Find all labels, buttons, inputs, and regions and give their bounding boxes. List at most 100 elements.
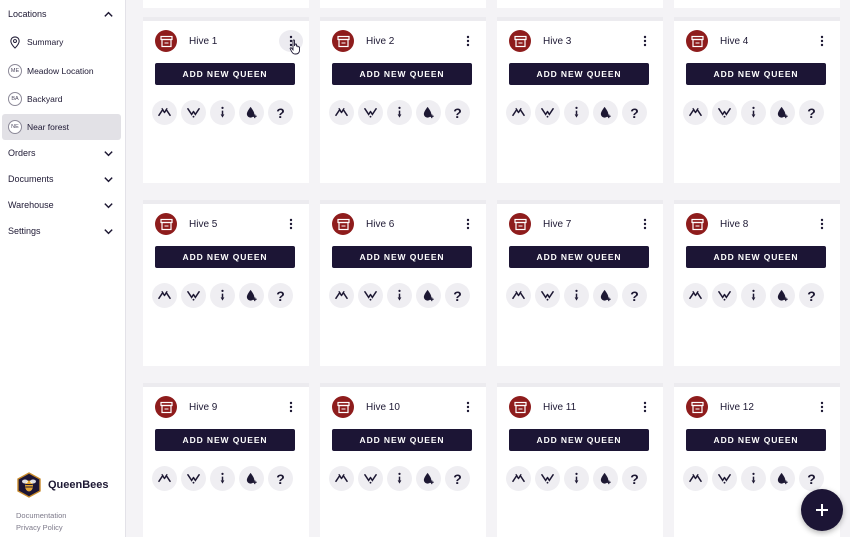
merge-button[interactable] [152,100,177,125]
merge-button[interactable] [683,466,708,491]
section-settings[interactable]: Settings [0,218,126,244]
section-warehouse[interactable]: Warehouse [0,192,126,218]
feed-button[interactable] [416,283,441,308]
help-button[interactable]: ? [268,100,293,125]
merge-button[interactable] [683,283,708,308]
split-button[interactable] [712,466,737,491]
section-label: Orders [8,148,36,158]
drip-button[interactable] [210,100,235,125]
feed-button[interactable] [239,466,264,491]
feed-button[interactable] [770,283,795,308]
split-button[interactable] [535,466,560,491]
more-options-button[interactable] [633,213,657,235]
section-documents[interactable]: Documents [0,166,126,192]
split-button[interactable] [712,283,737,308]
help-button[interactable]: ? [445,466,470,491]
add-new-queen-button[interactable]: ADD NEW QUEEN [686,63,826,85]
feed-button[interactable] [770,100,795,125]
more-options-button[interactable] [279,396,303,418]
merge-button[interactable] [329,100,354,125]
drip-button[interactable] [564,100,589,125]
help-button[interactable]: ? [799,100,824,125]
add-new-queen-button[interactable]: ADD NEW QUEEN [332,246,472,268]
section-locations[interactable]: Locations [0,1,126,27]
sidebar-item-meadow-location[interactable]: ME Meadow Location [2,58,121,84]
merge-button[interactable] [329,283,354,308]
help-button[interactable]: ? [799,283,824,308]
feed-button[interactable] [770,466,795,491]
more-options-button[interactable] [456,213,480,235]
help-button[interactable]: ? [268,466,293,491]
drip-button[interactable] [387,466,412,491]
drip-button[interactable] [741,100,766,125]
hive-box-icon [686,30,708,52]
more-options-button[interactable] [633,30,657,52]
split-button[interactable] [358,466,383,491]
feed-button[interactable] [416,466,441,491]
add-new-queen-button[interactable]: ADD NEW QUEEN [332,63,472,85]
drip-button[interactable] [564,283,589,308]
drip-button[interactable] [564,466,589,491]
merge-button[interactable] [506,466,531,491]
merge-button[interactable] [329,466,354,491]
add-fab-button[interactable] [801,489,843,531]
feed-button[interactable] [593,466,618,491]
add-new-queen-button[interactable]: ADD NEW QUEEN [686,429,826,451]
feed-button[interactable] [239,283,264,308]
merge-button[interactable] [683,100,708,125]
split-button[interactable] [712,100,737,125]
drip-button[interactable] [741,466,766,491]
hive-card-partial [143,0,309,8]
sidebar-item-summary[interactable]: Summary [2,29,121,55]
sidebar-item-near-forest[interactable]: NE Near forest [2,114,121,140]
help-button[interactable]: ? [622,466,647,491]
more-options-button[interactable] [456,396,480,418]
split-button[interactable] [535,283,560,308]
sidebar-item-backyard[interactable]: BA Backyard [2,86,121,112]
more-options-button[interactable] [810,396,834,418]
split-button[interactable] [181,283,206,308]
help-button[interactable]: ? [445,100,470,125]
help-button[interactable]: ? [799,466,824,491]
split-button[interactable] [181,466,206,491]
help-button[interactable]: ? [622,100,647,125]
feed-button[interactable] [593,283,618,308]
merge-button[interactable] [152,466,177,491]
add-new-queen-button[interactable]: ADD NEW QUEEN [332,429,472,451]
drip-button[interactable] [210,283,235,308]
more-options-button[interactable] [279,213,303,235]
feed-button[interactable] [239,100,264,125]
add-new-queen-button[interactable]: ADD NEW QUEEN [155,246,295,268]
feed-button[interactable] [593,100,618,125]
split-button[interactable] [535,100,560,125]
drip-button[interactable] [387,283,412,308]
privacy-policy-link[interactable]: Privacy Policy [16,523,63,532]
merge-button[interactable] [506,283,531,308]
more-options-button[interactable] [633,396,657,418]
add-new-queen-button[interactable]: ADD NEW QUEEN [509,63,649,85]
help-button[interactable]: ? [268,283,293,308]
help-icon: ? [807,287,816,304]
section-orders[interactable]: Orders [0,140,126,166]
more-options-button[interactable] [810,213,834,235]
more-options-button[interactable] [810,30,834,52]
split-button[interactable] [358,283,383,308]
merge-button[interactable] [506,100,531,125]
add-new-queen-button[interactable]: ADD NEW QUEEN [509,429,649,451]
more-options-button[interactable] [456,30,480,52]
feed-button[interactable] [416,100,441,125]
add-new-queen-button[interactable]: ADD NEW QUEEN [509,246,649,268]
help-button[interactable]: ? [622,283,647,308]
more-options-button[interactable] [279,30,303,55]
add-new-queen-button[interactable]: ADD NEW QUEEN [155,63,295,85]
drip-button[interactable] [210,466,235,491]
add-new-queen-button[interactable]: ADD NEW QUEEN [686,246,826,268]
add-new-queen-button[interactable]: ADD NEW QUEEN [155,429,295,451]
split-button[interactable] [358,100,383,125]
documentation-link[interactable]: Documentation [16,511,66,520]
help-button[interactable]: ? [445,283,470,308]
merge-button[interactable] [152,283,177,308]
drip-button[interactable] [387,100,412,125]
drip-button[interactable] [741,283,766,308]
split-button[interactable] [181,100,206,125]
